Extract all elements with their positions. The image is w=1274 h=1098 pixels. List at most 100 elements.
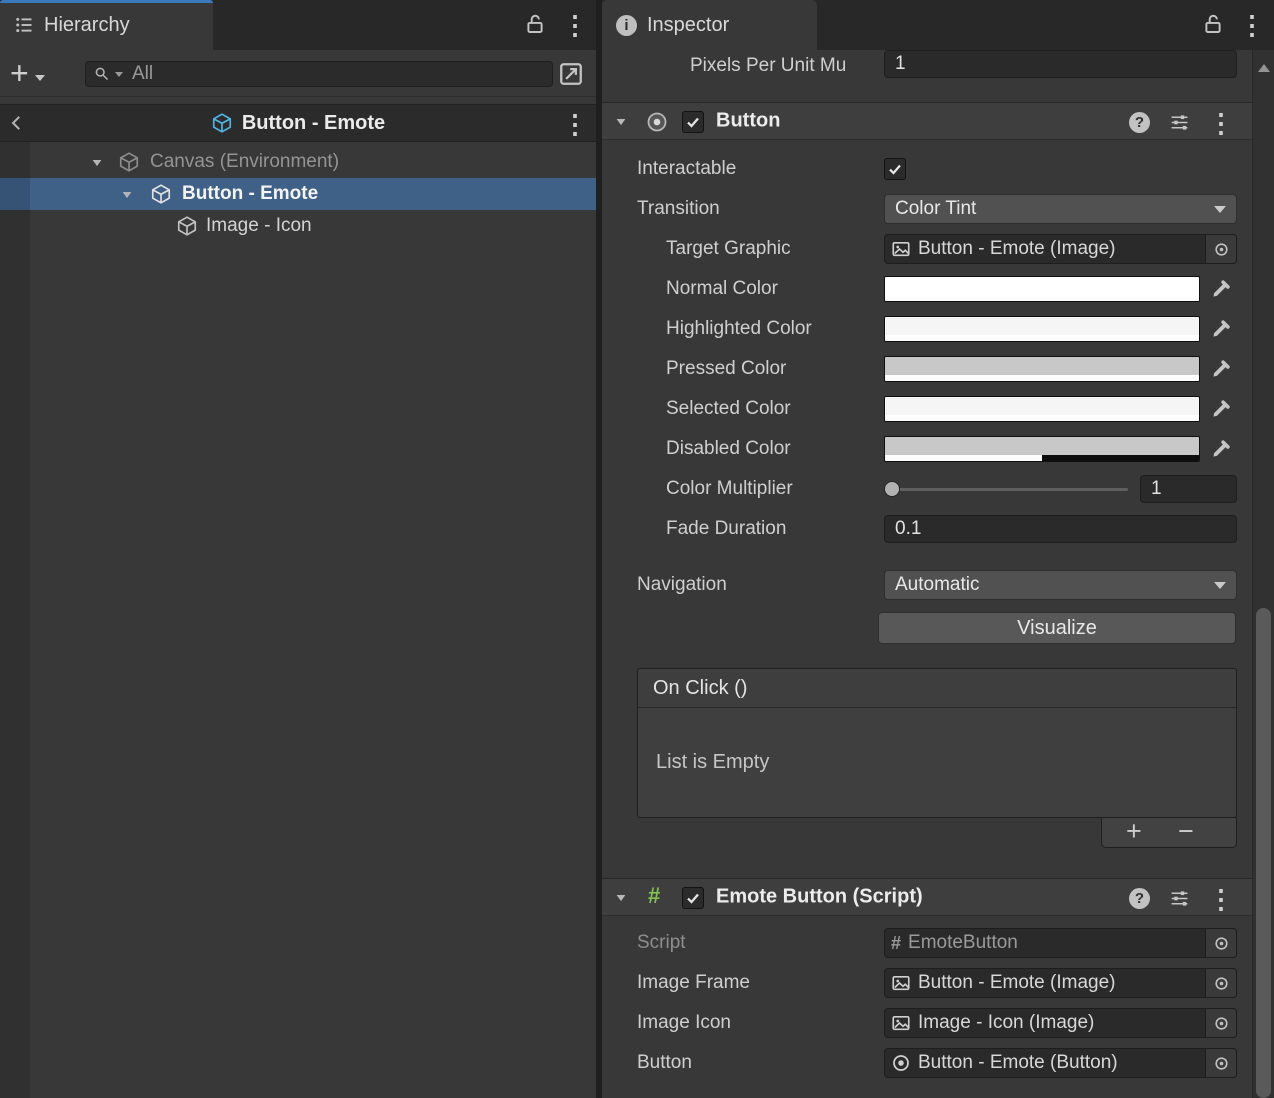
field-label: Highlighted Color [666,318,812,340]
kebab-menu-icon[interactable]: ⋮ [562,111,588,137]
csharp-script-icon: # [648,883,660,909]
row-highlighted-color: Highlighted Color [602,309,1252,349]
field-label: Disabled Color [666,438,791,460]
event-list-header: On Click () [638,669,1236,708]
check-icon [685,890,701,906]
tree-item-image-icon[interactable]: Image - Icon [0,210,596,242]
inspector-content: Pixels Per Unit Mu 1 Button ? ⋮ Interact… [602,50,1252,1098]
kebab-menu-icon[interactable]: ⋮ [1239,12,1265,38]
field-label: Target Graphic [666,238,791,260]
scrollbar-thumb[interactable] [1256,608,1271,1098]
kebab-menu-icon[interactable]: ⋮ [562,12,588,38]
hierarchy-panel: Hierarchy ⋮ + All Button - Emote ⋮ Canva… [0,0,596,1098]
row-script: Script # EmoteButton [602,923,1252,963]
pixels-per-unit-multiplier-input[interactable]: 1 [884,50,1237,78]
eyedropper-icon[interactable] [1206,436,1236,462]
interactable-checkbox[interactable] [884,158,906,180]
button-component-icon [646,111,668,133]
emote-script-component-header[interactable]: # Emote Button (Script) ? ⋮ [602,878,1252,916]
lock-icon[interactable] [524,13,546,35]
row-image-icon: Image Icon Image - Icon (Image) [602,1003,1252,1043]
foldout-icon[interactable] [120,188,134,202]
alpha-strip [885,295,1199,301]
highlighted-color-swatch[interactable] [884,316,1200,342]
tree-item-button-emote-selected[interactable]: Button - Emote [0,178,596,210]
button-object-field[interactable]: Button - Emote (Button) [884,1048,1237,1078]
lock-icon[interactable] [1202,13,1224,35]
eyedropper-icon[interactable] [1206,356,1236,382]
presets-icon[interactable] [1169,112,1190,133]
tree-item-canvas-environment[interactable]: Canvas (Environment) [0,146,596,178]
inspector-scrollbar[interactable] [1252,50,1274,1098]
row-navigation: Navigation Automatic [602,565,1252,605]
normal-color-swatch[interactable] [884,276,1200,302]
object-picker-icon[interactable] [1205,1049,1236,1077]
field-label: Fade Duration [666,518,786,540]
presets-icon[interactable] [1169,888,1190,909]
kebab-menu-icon[interactable]: ⋮ [1208,886,1234,912]
fade-duration-input[interactable]: 0.1 [884,515,1237,543]
check-icon [685,114,701,130]
prefab-cube-icon [211,112,233,134]
help-icon[interactable]: ? [1129,888,1150,909]
row-image-frame: Image Frame Button - Emote (Image) [602,963,1252,1003]
object-field-value: Button - Emote (Button) [918,1052,1118,1074]
foldout-icon[interactable] [614,891,628,905]
object-picker-icon[interactable] [1205,969,1236,997]
script-object-field[interactable]: # EmoteButton [884,928,1237,958]
slider-knob[interactable] [884,481,900,497]
plus-icon: + [10,56,29,90]
open-search-window-icon[interactable] [558,61,584,87]
image-icon [891,973,911,993]
field-value: 1 [895,53,906,75]
object-picker-icon[interactable] [1205,1009,1236,1037]
on-click-event-list: On Click () List is Empty + − [637,668,1237,818]
search-icon [94,66,110,82]
disabled-color-swatch[interactable] [884,436,1200,462]
image-frame-object-field[interactable]: Button - Emote (Image) [884,968,1237,998]
remove-event-button[interactable]: − [1178,816,1194,847]
color-multiplier-input[interactable]: 1 [1140,475,1237,503]
help-icon[interactable]: ? [1129,112,1150,133]
transition-dropdown[interactable]: Color Tint [884,194,1237,224]
tab-hierarchy[interactable]: Hierarchy [0,0,213,50]
kebab-menu-icon[interactable]: ⋮ [1208,110,1234,136]
csharp-script-icon: # [891,933,901,954]
component-title: Button [716,110,780,133]
breadcrumb-title: Button - Emote [242,112,385,135]
image-icon-object-field[interactable]: Image - Icon (Image) [884,1008,1237,1038]
add-event-button[interactable]: + [1126,816,1142,847]
foldout-icon[interactable] [90,156,104,170]
foldout-icon[interactable] [614,115,628,129]
target-graphic-object-field[interactable]: Button - Emote (Image) [884,234,1237,264]
hierarchy-list-icon [14,15,34,35]
pressed-color-swatch[interactable] [884,356,1200,382]
eyedropper-icon[interactable] [1206,276,1236,302]
object-picker-icon[interactable] [1205,929,1236,957]
button-component-header[interactable]: Button ? ⋮ [602,102,1252,140]
object-field-value: EmoteButton [908,932,1018,954]
object-picker-icon[interactable] [1205,235,1236,263]
component-title: Emote Button (Script) [716,886,923,909]
image-icon [891,239,911,259]
visualize-button[interactable]: Visualize [878,612,1236,644]
slider-track[interactable] [884,488,1128,491]
color-multiplier-slider[interactable] [884,481,1128,497]
tree-item-label: Canvas (Environment) [150,151,339,173]
row-selected-color: Selected Color [602,389,1252,429]
create-object-button[interactable]: + [10,56,45,90]
component-enabled-checkbox[interactable] [682,887,704,909]
eyedropper-icon[interactable] [1206,316,1236,342]
eyedropper-icon[interactable] [1206,396,1236,422]
search-input[interactable]: All [85,61,553,87]
row-fade-duration: Fade Duration 0.1 [602,509,1252,549]
scroll-up-arrow-icon[interactable] [1258,64,1270,72]
search-placeholder: All [132,63,153,85]
tab-inspector[interactable]: i Inspector [602,0,817,50]
image-icon [891,1013,911,1033]
navigation-dropdown[interactable]: Automatic [884,570,1237,600]
selected-color-swatch[interactable] [884,396,1200,422]
component-enabled-checkbox[interactable] [682,111,704,133]
button-component-icon [891,1053,911,1073]
field-label: Color Multiplier [666,478,793,500]
